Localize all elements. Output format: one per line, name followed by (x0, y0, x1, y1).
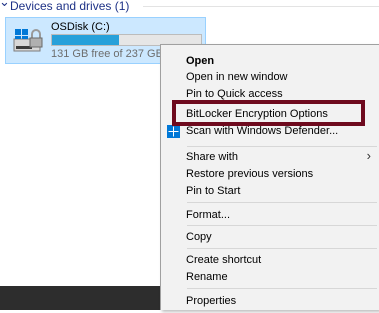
menu-item-label: Pin to Start (186, 185, 241, 197)
drive-usage-fill (52, 35, 119, 45)
chevron-right-icon: › (366, 148, 371, 163)
taskbar (0, 286, 160, 310)
menu-item-label: Properties (186, 295, 237, 307)
menu-item-label: Open (186, 55, 215, 67)
section-divider (143, 6, 379, 7)
windows-defender-icon (167, 125, 180, 138)
menu-item-label: Copy (186, 231, 212, 243)
drive-name: OSDisk (C:) (51, 21, 110, 33)
drive-free-space: 131 GB free of 237 GB (51, 48, 163, 60)
menu-item-label: Format... (186, 209, 231, 221)
menu-item-label: Rename (186, 271, 228, 283)
drive-lock-icon (13, 29, 43, 52)
menu-item-label: Restore previous versions (186, 168, 314, 180)
menu-separator (187, 288, 377, 289)
devices-and-drives-header[interactable]: ⌄ Devices and drives (1) (0, 0, 379, 14)
menu-item-label: Create shortcut (186, 254, 262, 266)
menu-separator (187, 202, 377, 203)
menu-item-format[interactable]: Format... (161, 205, 379, 227)
section-title: Devices and drives (1) (10, 0, 130, 13)
menu-separator (187, 248, 377, 249)
menu-separator (187, 225, 377, 226)
bitlocker-highlight-box (172, 100, 365, 126)
menu-item-label: Scan with Windows Defender... (186, 125, 339, 137)
menu-item-copy[interactable]: Copy (161, 227, 379, 249)
menu-item-pin-start[interactable]: Pin to Start (161, 181, 379, 203)
context-menu: Open Open in new window Pin to Quick acc… (160, 44, 379, 310)
menu-item-label: Share with (186, 151, 238, 163)
menu-item-rename[interactable]: Rename (161, 267, 379, 289)
chevron-down-icon[interactable]: ⌄ (0, 0, 10, 10)
menu-item-label: Pin to Quick access (186, 88, 283, 100)
menu-item-label: Open in new window (186, 71, 288, 83)
